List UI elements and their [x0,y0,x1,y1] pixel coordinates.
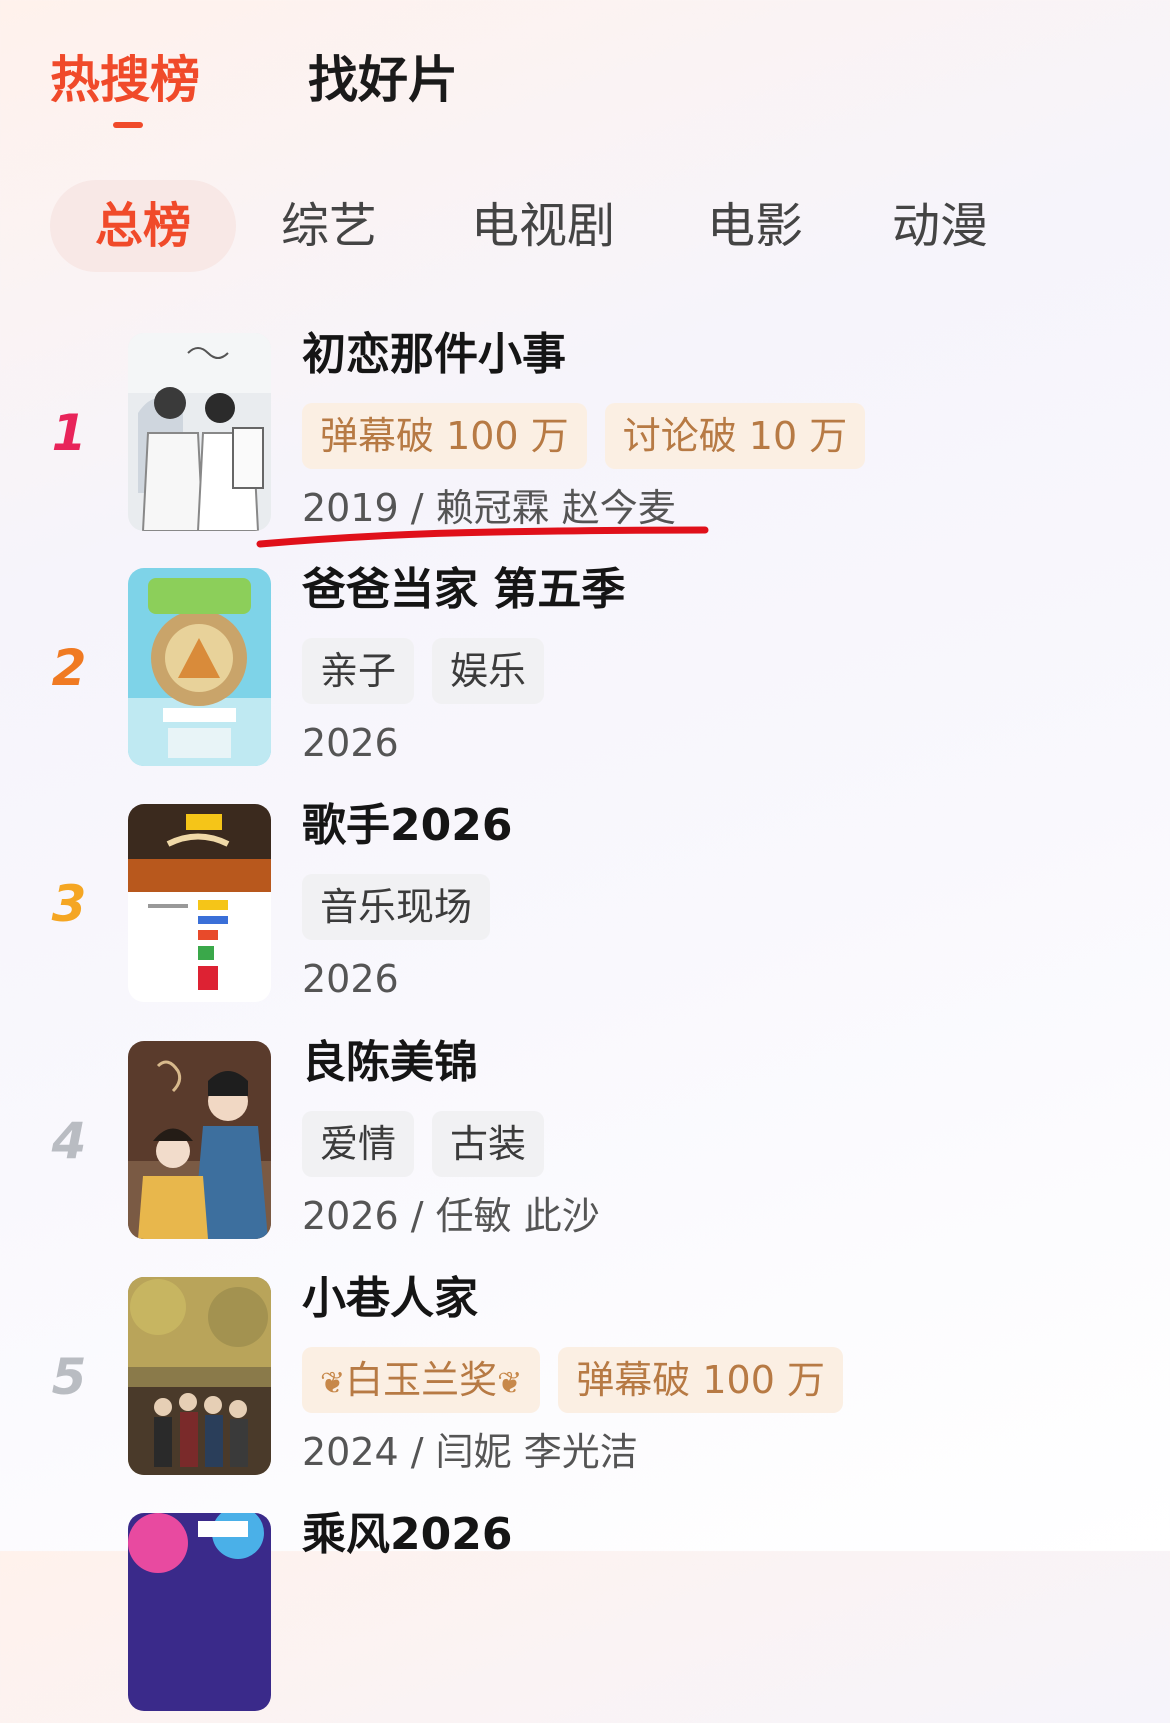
tag-badge: 弹幕破 100 万 [302,403,587,469]
tag-badge: 亲子 [302,638,415,704]
rank-number: 4 [51,1112,87,1170]
poster-image[interactable] [128,1041,271,1239]
item-title[interactable]: 爸爸当家 第五季 [302,560,625,620]
rank-number: 3 [51,875,87,933]
item-meta: 2026 / 任敏 此沙 [302,1194,600,1238]
item-title[interactable]: 初恋那件小事 [302,325,566,385]
item-meta: 2026 [302,721,399,765]
tab-find-movies[interactable]: 找好片 [308,40,458,120]
laurel-left-icon: ❦ [320,1366,346,1401]
active-tab-indicator [113,122,143,128]
tab-hot-search[interactable]: 热搜榜 [50,40,200,120]
poster-image[interactable] [128,568,271,766]
item-title[interactable]: 良陈美锦 [302,1033,478,1093]
list-item[interactable]: 2 爸爸当家 第五季 亲子 娱乐 2026 [0,564,1170,778]
tag-list: 弹幕破 100 万 讨论破 10 万 [302,403,866,469]
category-movie[interactable]: 电影 [707,180,803,272]
poster-image[interactable] [128,804,271,1002]
rank-number: 1 [51,404,87,462]
item-meta: 2026 [302,957,399,1001]
tag-list: 音乐现场 [302,874,491,940]
tag-badge: 音乐现场 [302,874,491,940]
award-badge: ❦白玉兰奖❦ [302,1347,541,1413]
category-all[interactable]: 总榜 [50,180,236,272]
category-variety[interactable]: 综艺 [281,180,377,272]
poster-image[interactable] [128,1277,271,1475]
laurel-right-icon: ❦ [497,1366,523,1401]
list-item[interactable]: 1 初恋那件小事 弹幕破 100 万 讨论破 10 万 2019 / 赖冠霖 赵… [0,329,1170,543]
poster-image[interactable] [128,1513,271,1711]
tag-list: 亲子 娱乐 [302,638,545,704]
tag-list: 爱情 古装 [302,1111,545,1177]
tag-badge: 娱乐 [432,638,545,704]
award-label: 白玉兰奖 [345,1358,498,1402]
tag-badge: 古装 [432,1111,545,1177]
list-item[interactable]: 5 小巷人家 ❦白玉兰奖❦ 弹幕破 100 万 2024 / 闫妮 李光洁 [0,1273,1170,1487]
tag-badge: 爱情 [302,1111,415,1177]
list-item[interactable]: 4 良陈美锦 爱情 古装 2026 / 任敏 此沙 [0,1037,1170,1251]
red-annotation-underline [256,526,709,548]
category-anime[interactable]: 动漫 [892,180,988,272]
item-title[interactable]: 歌手2026 [302,796,512,856]
item-title[interactable]: 乘风2026 [302,1505,512,1565]
item-title[interactable]: 小巷人家 [302,1269,478,1329]
tag-list: ❦白玉兰奖❦ 弹幕破 100 万 [302,1347,843,1413]
tag-badge: 讨论破 10 万 [604,403,866,469]
rank-number: 5 [51,1348,87,1406]
list-item[interactable]: 乘风2026 [0,1509,1170,1723]
rank-number: 2 [51,639,87,697]
list-item[interactable]: 3 歌手2026 音乐现场 2026 [0,800,1170,1014]
category-tv-series[interactable]: 电视剧 [471,180,615,272]
poster-image[interactable] [128,333,271,531]
tag-badge: 弹幕破 100 万 [558,1347,843,1413]
item-meta: 2024 / 闫妮 李光洁 [302,1430,638,1474]
